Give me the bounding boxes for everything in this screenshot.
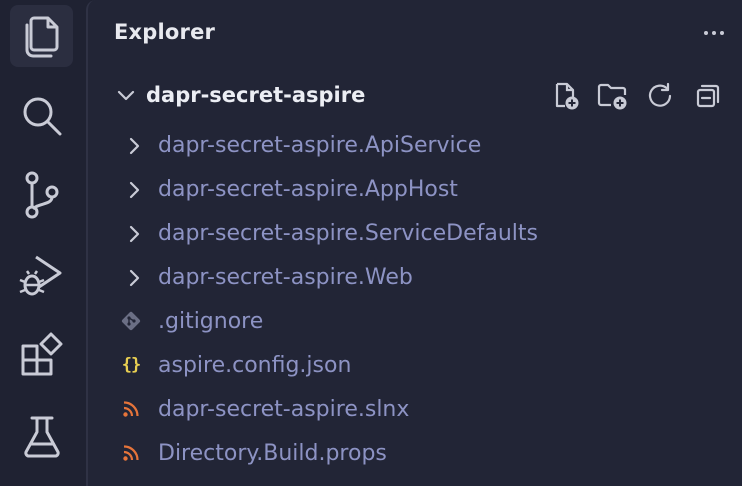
activity-search[interactable] (10, 85, 73, 147)
activity-bar (0, 0, 86, 486)
chevron-right-icon (129, 225, 140, 243)
new-folder-button[interactable] (597, 80, 629, 112)
source-control-icon (25, 171, 58, 219)
tree-item-label: dapr-secret-aspire.ServiceDefaults (158, 221, 539, 246)
new-folder-icon (597, 83, 627, 110)
chevron-right-icon (129, 181, 140, 199)
run-debug-icon (19, 255, 61, 296)
chevron-right-icon (129, 137, 140, 155)
new-file-button[interactable] (550, 80, 582, 112)
tree-item-folder[interactable]: dapr-secret-aspire.AppHost (88, 169, 742, 209)
tree-item-file[interactable]: {} aspire.config.json (88, 345, 742, 385)
tree-item-file[interactable]: dapr-secret-aspire.slnx (88, 389, 742, 429)
ellipsis-icon (704, 31, 724, 35)
chevron-down-icon (117, 90, 135, 101)
tree-item-file[interactable]: .gitignore (88, 301, 742, 341)
workspace-folder-name: dapr-secret-aspire (146, 83, 366, 107)
more-actions-button[interactable] (700, 18, 728, 48)
extensions-icon (21, 332, 62, 376)
refresh-icon (648, 82, 672, 107)
flask-icon (23, 416, 60, 458)
collapse-all-button[interactable] (692, 80, 724, 112)
tree-item-label: dapr-secret-aspire.slnx (158, 397, 410, 422)
new-file-icon (555, 82, 579, 110)
tree-item-label: aspire.config.json (158, 353, 352, 378)
files-icon (25, 16, 58, 58)
collapse-all-icon (696, 84, 720, 108)
refresh-button[interactable] (644, 80, 676, 112)
activity-explorer[interactable] (10, 5, 73, 67)
tree-item-folder[interactable]: dapr-secret-aspire.ApiService (88, 125, 742, 165)
activity-testing[interactable] (10, 406, 73, 468)
tree-item-label: dapr-secret-aspire.AppHost (158, 177, 458, 202)
json-icon: {} (121, 355, 141, 375)
tree-item-label: dapr-secret-aspire.Web (158, 265, 413, 290)
workspace-folder-header[interactable]: dapr-secret-aspire (88, 76, 742, 116)
tree-item-file[interactable]: Directory.Build.props (88, 433, 742, 473)
tree-item-folder[interactable]: dapr-secret-aspire.Web (88, 257, 742, 297)
sidebar-title: Explorer (114, 20, 216, 44)
tree-item-label: dapr-secret-aspire.ApiService (158, 133, 482, 158)
rss-icon (120, 441, 142, 465)
tree-item-label: Directory.Build.props (158, 441, 387, 466)
explorer-sidebar: Explorer dapr-secret-aspire dapr-secret-… (86, 0, 742, 486)
activity-extensions[interactable] (10, 324, 73, 386)
activity-run-debug[interactable] (10, 245, 73, 307)
chevron-right-icon (129, 269, 140, 287)
vscode-window: Explorer dapr-secret-aspire dapr-secret-… (0, 0, 742, 486)
tree-item-folder[interactable]: dapr-secret-aspire.ServiceDefaults (88, 213, 742, 253)
tree-item-label: .gitignore (158, 309, 264, 334)
git-icon (120, 309, 142, 333)
rss-icon (120, 397, 142, 421)
activity-source-control[interactable] (10, 164, 73, 226)
search-icon (23, 97, 61, 136)
